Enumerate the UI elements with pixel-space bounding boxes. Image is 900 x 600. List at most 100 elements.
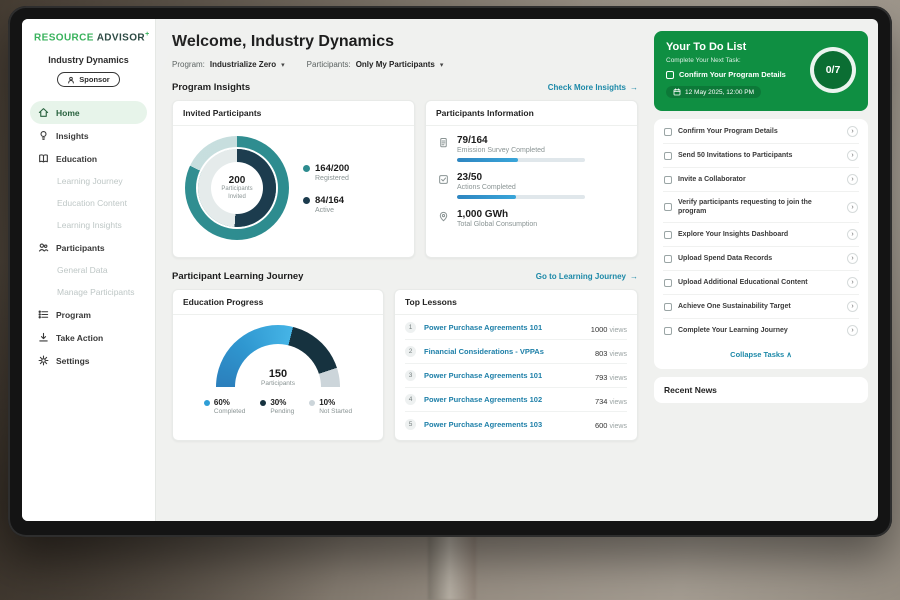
- chevron-right-icon[interactable]: ›: [847, 325, 858, 336]
- sidebar-item-general-data[interactable]: General Data: [30, 259, 147, 281]
- participants-filter-value[interactable]: Only My Participants: [356, 60, 435, 69]
- arrow-right-icon: →: [630, 83, 638, 92]
- org-name: Industry Dynamics: [30, 55, 147, 65]
- task-row[interactable]: Upload Additional Educational Content ›: [663, 271, 859, 295]
- task-checkbox[interactable]: [664, 279, 672, 287]
- sidebar-item-education[interactable]: Education: [30, 147, 147, 170]
- lesson-row[interactable]: 3 Power Purchase Agreements 101 793views: [405, 364, 627, 388]
- stat-label: Actions Completed: [457, 184, 585, 191]
- lesson-rank: 5: [405, 419, 416, 430]
- lesson-title-link[interactable]: Power Purchase Agreements 101: [424, 323, 591, 332]
- lesson-title-link[interactable]: Financial Considerations - VPPAs: [424, 347, 595, 356]
- arrow-right-icon: →: [630, 272, 638, 281]
- task-row[interactable]: Send 50 Invitations to Participants ›: [663, 144, 859, 168]
- chevron-right-icon[interactable]: ›: [847, 202, 858, 213]
- logo-advisor: ADVISOR: [97, 32, 145, 43]
- sidebar-item-participants[interactable]: Participants: [30, 236, 147, 259]
- chevron-down-icon[interactable]: ▾: [440, 61, 444, 69]
- task-checkbox[interactable]: [664, 176, 672, 184]
- lesson-views-value: 803: [595, 349, 608, 358]
- sidebar-item-settings[interactable]: Settings: [30, 349, 147, 372]
- check-more-insights-link[interactable]: Check More Insights →: [548, 83, 638, 92]
- chevron-right-icon[interactable]: ›: [847, 253, 858, 264]
- stat-label: Emission Survey Completed: [457, 147, 585, 154]
- sidebar-item-home[interactable]: Home: [30, 101, 147, 124]
- lesson-row[interactable]: 5 Power Purchase Agreements 103 600views: [405, 412, 627, 436]
- task-label: Send 50 Invitations to Participants: [678, 151, 841, 160]
- stat-value: 1,000 GWh: [457, 209, 537, 220]
- sidebar-item-label: Insights: [56, 131, 89, 141]
- chevron-right-icon[interactable]: ›: [847, 229, 858, 240]
- task-checkbox[interactable]: [664, 203, 672, 211]
- monitor-stand: [428, 534, 476, 600]
- chevron-right-icon[interactable]: ›: [847, 174, 858, 185]
- task-row[interactable]: Upload Spend Data Records ›: [663, 247, 859, 271]
- progress-fill: [457, 158, 518, 162]
- lesson-rank: 4: [405, 394, 416, 405]
- go-to-learning-journey-link[interactable]: Go to Learning Journey →: [536, 272, 638, 281]
- task-label: Complete Your Learning Journey: [678, 326, 841, 335]
- sidebar-item-education-content[interactable]: Education Content: [30, 192, 147, 214]
- lesson-title-link[interactable]: Power Purchase Agreements 102: [424, 395, 595, 404]
- lesson-title-link[interactable]: Power Purchase Agreements 101: [424, 371, 595, 380]
- lesson-row[interactable]: 4 Power Purchase Agreements 102 734views: [405, 388, 627, 412]
- chevron-right-icon[interactable]: ›: [847, 301, 858, 312]
- legend-dot: [303, 197, 310, 204]
- location-pin-icon: [438, 211, 449, 222]
- collapse-tasks-button[interactable]: Collapse Tasks ∧: [663, 342, 859, 368]
- sidebar-item-label: Education Content: [57, 198, 127, 208]
- task-checkbox[interactable]: [664, 327, 672, 335]
- program-filter-value[interactable]: Industrialize Zero: [210, 60, 276, 69]
- chevron-right-icon[interactable]: ›: [847, 150, 858, 161]
- lesson-views-label: views: [609, 327, 627, 334]
- task-row[interactable]: Confirm Your Program Details ›: [663, 120, 859, 144]
- lesson-row[interactable]: 1 Power Purchase Agreements 101 1000view…: [405, 316, 627, 340]
- legend-item: 84/164 Active: [303, 195, 349, 214]
- lesson-title-link[interactable]: Power Purchase Agreements 103: [424, 420, 595, 429]
- sidebar-item-program[interactable]: Program: [30, 303, 147, 326]
- task-row[interactable]: Verify participants requesting to join t…: [663, 192, 859, 223]
- task-checkbox[interactable]: [664, 152, 672, 160]
- legend-value: 30%: [270, 398, 286, 407]
- task-row[interactable]: Explore Your Insights Dashboard ›: [663, 223, 859, 247]
- chevron-right-icon[interactable]: ›: [847, 277, 858, 288]
- task-checkbox[interactable]: [664, 255, 672, 263]
- task-checkbox[interactable]: [664, 128, 672, 136]
- sidebar-item-label: Education: [56, 154, 97, 164]
- sidebar: RESOURCE ADVISOR+ Industry Dynamics Spon…: [22, 19, 156, 521]
- filter-controls: Program: Industrialize Zero ▾ Participan…: [172, 60, 638, 69]
- card-title: Top Lessons: [395, 290, 637, 315]
- participants-filter-label: Participants:: [307, 60, 351, 69]
- sponsor-badge-label: Sponsor: [79, 75, 109, 84]
- download-icon: [38, 332, 49, 343]
- task-checkbox[interactable]: [664, 303, 672, 311]
- clipboard-icon: [438, 137, 449, 148]
- legend-value: 10%: [319, 398, 335, 407]
- lesson-views-label: views: [609, 375, 627, 382]
- lesson-views-value: 734: [595, 397, 608, 406]
- people-icon: [38, 242, 49, 253]
- task-row[interactable]: Invite a Collaborator ›: [663, 168, 859, 192]
- lesson-row[interactable]: 2 Financial Considerations - VPPAs 803vi…: [405, 340, 627, 364]
- sponsor-badge[interactable]: Sponsor: [57, 72, 119, 87]
- stat-actions-completed: 23/50 Actions Completed: [438, 172, 625, 199]
- sidebar-item-label: General Data: [57, 265, 108, 275]
- stat-global-consumption: 1,000 GWh Total Global Consumption: [438, 209, 625, 228]
- sidebar-item-insights[interactable]: Insights: [30, 124, 147, 147]
- chevron-right-icon[interactable]: ›: [847, 126, 858, 137]
- gear-icon: [38, 355, 49, 366]
- home-icon: [38, 107, 49, 118]
- next-task-checkbox[interactable]: [666, 71, 674, 79]
- sidebar-item-learning-journey[interactable]: Learning Journey: [30, 170, 147, 192]
- sidebar-item-manage-participants[interactable]: Manage Participants: [30, 281, 147, 303]
- task-checkbox[interactable]: [664, 231, 672, 239]
- education-progress-card: Education Progress 150 Participants: [172, 289, 384, 441]
- task-row[interactable]: Complete Your Learning Journey ›: [663, 319, 859, 342]
- sidebar-item-label: Program: [56, 310, 91, 320]
- sidebar-item-learning-insights[interactable]: Learning Insights: [30, 214, 147, 236]
- task-row[interactable]: Achieve One Sustainability Target ›: [663, 295, 859, 319]
- resource-advisor-logo: RESOURCE ADVISOR+: [30, 31, 147, 43]
- chevron-down-icon[interactable]: ▾: [281, 61, 285, 69]
- top-lessons-card: Top Lessons 1 Power Purchase Agreements …: [394, 289, 638, 441]
- sidebar-item-take-action[interactable]: Take Action: [30, 326, 147, 349]
